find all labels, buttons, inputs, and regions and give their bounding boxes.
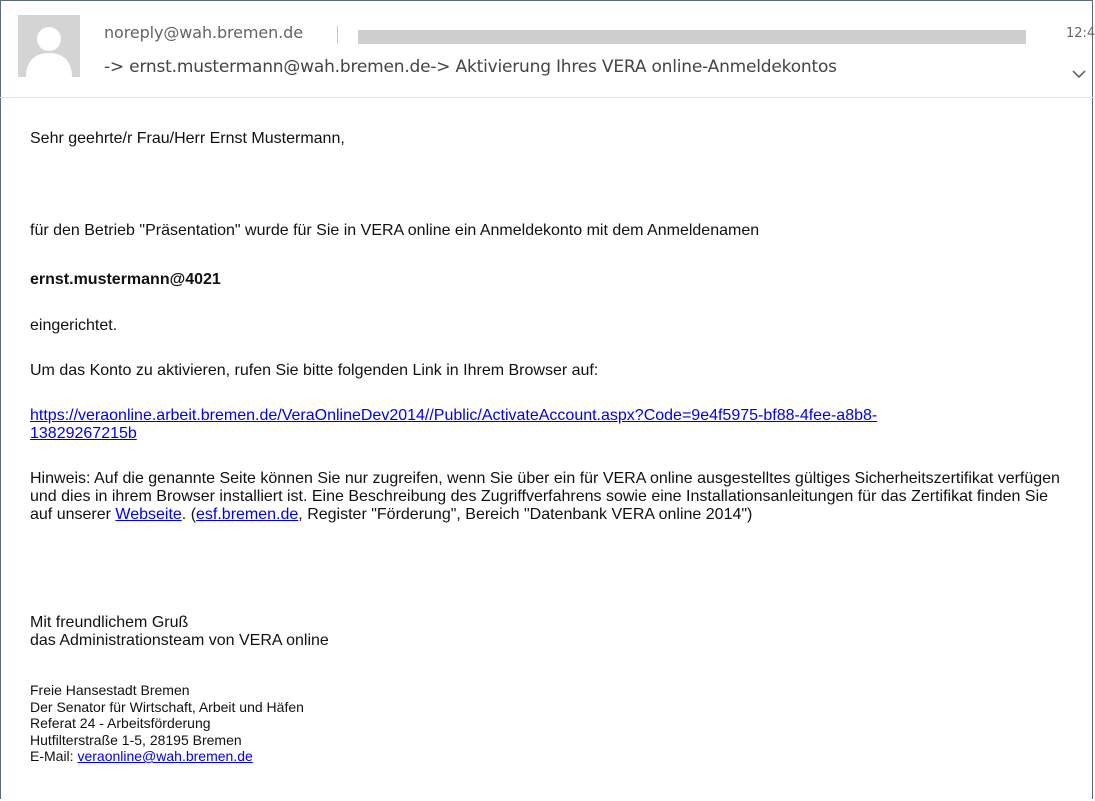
signature-line-2: Der Senator für Wirtschaft, Arbeit und H… <box>30 698 304 715</box>
signature-line-3: Referat 24 - Arbeitsförderung <box>30 715 211 731</box>
greeting: Sehr geehrte/r Frau/Herr Ernst Musterman… <box>30 130 345 147</box>
activation-link-paragraph: https://veraonline.arbeit.bremen.de/Vera… <box>30 407 1070 443</box>
closing-line-1: Mit freundlichem Gruß <box>30 614 189 631</box>
esf-link[interactable]: esf.bremen.de <box>196 506 298 523</box>
activation-link-line1: https://veraonline.arbeit.bremen.de/Vera… <box>30 407 878 424</box>
signature-email-link[interactable]: veraonline@wah.bremen.de <box>77 748 252 764</box>
person-silhouette-icon <box>18 15 80 77</box>
email-header: noreply@wah.bremen.de 12:49 -> ernst.mus… <box>0 0 1095 98</box>
account-username: ernst.mustermann@4021 <box>30 271 221 288</box>
setup-text: eingerichtet. <box>30 317 118 334</box>
sender-avatar <box>18 15 80 77</box>
hint-text-3: , Register "Förderung", Bereich "Datenba… <box>298 506 753 523</box>
activation-link-line2: 13829267215b <box>30 425 137 442</box>
signature-line-4: Hutfilterstraße 1-5, 28195 Bremen <box>30 731 242 748</box>
received-time: 12:49 <box>1066 26 1095 41</box>
chevron-down-icon[interactable] <box>1071 68 1087 80</box>
hint-paragraph: Hinweis: Auf die genannte Seite können S… <box>30 470 1070 524</box>
hint-text-2: . ( <box>181 506 197 523</box>
signature-block: Freie Hansestadt Bremen Der Senator für … <box>30 682 304 765</box>
instruction-text: Um das Konto zu aktivieren, rufen Sie bi… <box>30 362 599 379</box>
signature-line-1: Freie Hansestadt Bremen <box>30 682 190 698</box>
intro-text: für den Betrieb "Präsentation" wurde für… <box>30 222 760 239</box>
email-window-frame <box>0 0 1093 799</box>
webseite-link[interactable]: Webseite <box>115 506 181 523</box>
closing: Mit freundlichem Gruß das Administrations… <box>30 614 329 650</box>
activation-link[interactable]: https://veraonline.arbeit.bremen.de/Vera… <box>30 407 877 442</box>
signature-email-label: E-Mail: <box>30 748 78 764</box>
redacted-recipients <box>358 30 1026 44</box>
email-subject: -> ernst.mustermann@wah.bremen.de-> Akti… <box>104 57 837 77</box>
closing-line-2: das Administrationsteam von VERA online <box>30 632 329 649</box>
sender-address[interactable]: noreply@wah.bremen.de <box>104 23 303 42</box>
header-divider <box>337 26 338 44</box>
